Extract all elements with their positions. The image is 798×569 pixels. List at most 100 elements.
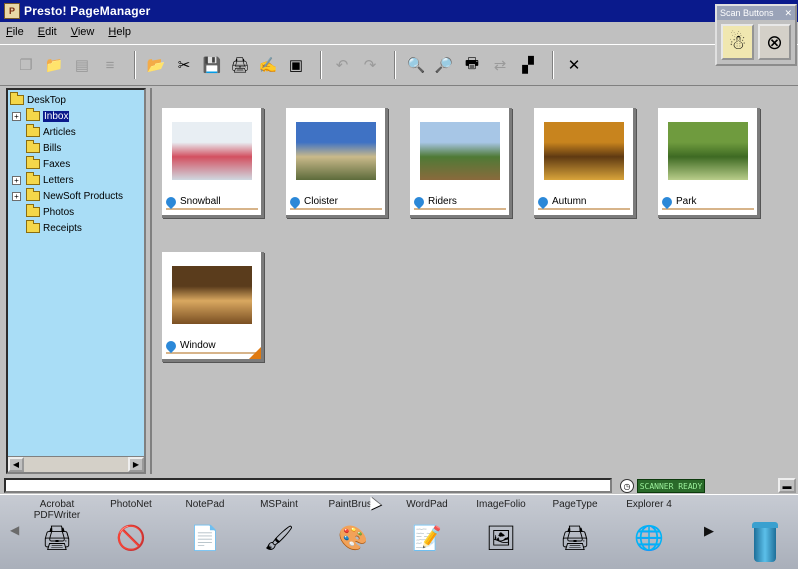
- menu-help[interactable]: Help: [108, 26, 131, 38]
- folder-icon: [26, 108, 40, 121]
- tree-item-desktop[interactable]: DeskTop: [10, 92, 66, 108]
- zoom-out-icon[interactable]: 🔎: [432, 53, 456, 77]
- toolbar-separator: [320, 51, 322, 79]
- acquire-icon[interactable]: ✍: [256, 53, 280, 77]
- scroll-right-button[interactable]: ▶: [128, 457, 144, 472]
- scroll-right-icon[interactable]: ▶: [704, 523, 714, 539]
- tree-item-label: DeskTop: [27, 94, 66, 106]
- back-icon[interactable]: ↶: [330, 53, 354, 77]
- tree-item-receipts[interactable]: Receipts: [26, 220, 82, 236]
- launcher-imagefolio[interactable]: ImageFolio 🖼: [466, 499, 536, 567]
- thumbnail-caption: Window: [163, 338, 258, 354]
- launcher-photonet[interactable]: PhotoNet 🚫: [96, 499, 166, 567]
- app-icon: P: [4, 3, 20, 19]
- photonet-icon: 🚫: [116, 524, 146, 552]
- scroll-left-icon[interactable]: ◀: [10, 523, 19, 537]
- launcher-label: PageType: [552, 499, 598, 510]
- image-file-icon: [659, 194, 675, 209]
- launcher-notepad[interactable]: NotePad 📄: [170, 499, 240, 567]
- thumbnail-caption-text: Riders: [428, 196, 457, 207]
- menu-view[interactable]: View: [71, 26, 95, 38]
- color-icon[interactable]: ▞: [516, 53, 540, 77]
- save-icon[interactable]: 💾: [200, 53, 224, 77]
- folder-icon: [26, 156, 40, 169]
- view-icon[interactable]: ▣: [284, 53, 308, 77]
- launcher-label: WordPad: [406, 499, 448, 510]
- imagefolio-icon: 🖼: [485, 524, 517, 552]
- tree-item-inbox[interactable]: + Inbox: [12, 108, 70, 124]
- launcher-paintbrush[interactable]: PaintBrush 🎨: [318, 499, 388, 567]
- trash-icon[interactable]: [752, 522, 778, 564]
- folder-icon: [10, 92, 24, 105]
- launcher-wordpad[interactable]: WordPad 📝: [392, 499, 462, 567]
- thumbnail-caption: Snowball: [163, 194, 258, 210]
- thumbnail-image: [420, 122, 500, 180]
- thumbnail-riders[interactable]: Riders: [410, 108, 512, 218]
- thumbnail-window[interactable]: Window: [162, 252, 264, 362]
- thumbnail-caption-text: Window: [180, 340, 216, 351]
- launcher-pdf-printer[interactable]: Acrobat PDFWriter 🖨: [22, 499, 92, 567]
- thumbnail-cloister[interactable]: Cloister: [286, 108, 388, 218]
- folder-tree: ◀ ▶ DeskTop + Inbox Articles Bills Faxes + Lett…: [6, 88, 146, 474]
- zoom-in-icon[interactable]: 🔍: [404, 53, 428, 77]
- launcher-mspaint[interactable]: MSPaint 🖌: [244, 499, 314, 567]
- tools-icon[interactable]: ✕: [562, 53, 586, 77]
- open-icon[interactable]: 📂: [144, 53, 168, 77]
- launcher-pagetype[interactable]: PageType 🖨: [540, 499, 610, 567]
- tree-item-label: Letters: [43, 174, 74, 186]
- image-file-icon: [163, 194, 179, 209]
- close-icon[interactable]: ✕: [784, 8, 792, 19]
- pagetype-icon: 🖨: [559, 524, 591, 552]
- tree-item-letters[interactable]: + Letters: [12, 172, 74, 188]
- tree-item-label: Inbox: [43, 110, 70, 122]
- scan-photo-button[interactable]: ☃: [721, 24, 754, 60]
- tree-item-faxes[interactable]: Faxes: [26, 156, 70, 172]
- window-title: Presto! PageManager: [24, 4, 151, 18]
- tree-item-newsoft-products[interactable]: + NewSoft Products: [12, 188, 124, 204]
- tree-item-photos[interactable]: Photos: [26, 204, 74, 220]
- stitch-icon[interactable]: ⇄: [488, 53, 512, 77]
- menu-edit[interactable]: Edit: [38, 26, 57, 38]
- delete-icon[interactable]: ✂: [172, 53, 196, 77]
- expander-icon[interactable]: +: [12, 175, 21, 185]
- tree-item-articles[interactable]: Articles: [26, 124, 76, 140]
- scan-page-button[interactable]: ⊗: [758, 24, 791, 60]
- tree-scrollbar[interactable]: ◀ ▶: [8, 456, 144, 472]
- thumbnail-image: [544, 122, 624, 180]
- tree-item-bills[interactable]: Bills: [26, 140, 61, 156]
- copy-icon[interactable]: ❐: [14, 53, 38, 77]
- properties-icon[interactable]: ▤: [70, 53, 94, 77]
- launcher-label: Explorer 4: [626, 499, 672, 510]
- mspaint-icon: 🖌: [263, 524, 295, 552]
- thumbnail-park[interactable]: Park: [658, 108, 760, 218]
- new-folder-icon[interactable]: 📁: [42, 53, 66, 77]
- tree-item-label: Receipts: [43, 222, 82, 234]
- print-icon[interactable]: 🖶: [460, 53, 484, 77]
- launcher-label: Acrobat PDFWriter: [33, 499, 81, 521]
- menu-file[interactable]: File: [6, 26, 24, 38]
- tree-item-label: Bills: [43, 142, 62, 154]
- tree-item-label: NewSoft Products: [43, 190, 124, 202]
- thumbnail-snowball[interactable]: Snowball: [162, 108, 264, 218]
- rename-icon[interactable]: ≡: [98, 53, 122, 77]
- clock-icon: ◷: [620, 479, 634, 493]
- toolbar-separator: [394, 51, 396, 79]
- scroll-left-button[interactable]: ◀: [8, 457, 24, 472]
- tree-item-label: Photos: [43, 206, 75, 218]
- toolbar-separator: [552, 51, 554, 79]
- pdf-printer-icon: 🖨: [41, 524, 73, 552]
- toolbar: ❐ 📁 ▤ ≡ 📂 ✂ 💾 🖨 ✍ ▣ ↶ ↷ 🔍 🔎 🖶 ⇄ ▞ ✕: [0, 44, 798, 86]
- expander-icon[interactable]: +: [12, 191, 21, 201]
- launcher-explorer[interactable]: Explorer 4 🌐: [614, 499, 684, 567]
- thumbnail-autumn[interactable]: Autumn: [534, 108, 636, 218]
- paintbrush-icon: 🎨: [338, 524, 368, 552]
- thumbnail-area: Snowball Cloister Riders Autumn Park Window: [150, 88, 798, 474]
- scanner-meter: SCANNER READY: [637, 479, 705, 493]
- forward-icon[interactable]: ↷: [358, 53, 382, 77]
- image-file-icon: [163, 338, 179, 353]
- thumbnail-caption: Park: [659, 194, 754, 210]
- expander-icon[interactable]: +: [12, 111, 21, 121]
- minimize-launcher-button[interactable]: ▬: [778, 478, 796, 493]
- scan-icon[interactable]: 🖨: [228, 53, 252, 77]
- image-file-icon: [287, 194, 303, 209]
